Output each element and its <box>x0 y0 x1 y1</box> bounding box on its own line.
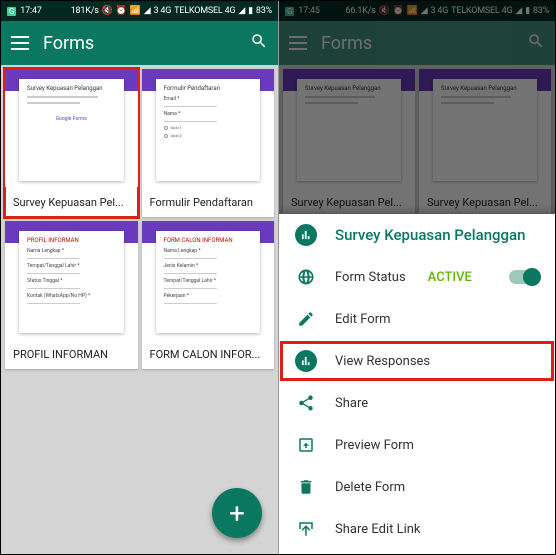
preview-label: Preview Form <box>335 438 414 453</box>
chart-icon <box>295 350 317 372</box>
thumb-title: PROFIL INFORMAN <box>27 237 116 244</box>
form-card[interactable]: FORM CALON INFORMAN Nama Lengkap * Jenis… <box>142 221 275 369</box>
battery-icon: ▮ <box>248 6 253 16</box>
share-icon <box>295 392 317 414</box>
sheet-title: Survey Kepuasan Pelanggan <box>335 226 526 244</box>
form-caption: FORM CALON INFOR... <box>142 339 275 369</box>
share-link-label: Share Edit Link <box>335 522 421 537</box>
preview-row[interactable]: Preview Form <box>279 424 555 466</box>
form-card[interactable]: Formulir Pendaftaran Email * Nama * Opsi… <box>142 69 275 217</box>
wifi-icon: 📶 <box>130 6 141 16</box>
status-value: ACTIVE <box>428 270 472 285</box>
screen-left: G 17:47 181K/s 🔇 ⏰ 📶 ◢ 3 4G TELKOMSEL 4G… <box>1 1 278 554</box>
status-speed: 181K/s <box>71 6 99 16</box>
share-row[interactable]: Share <box>279 382 555 424</box>
thumb-title: Formulir Pendaftaran <box>164 85 253 92</box>
share-label: Share <box>335 396 368 411</box>
view-responses-label: View Responses <box>335 354 430 369</box>
edit-form-row[interactable]: Edit Form <box>279 298 555 340</box>
thumb-title: Survey Kepuasan Pelanggan <box>27 85 116 92</box>
delete-label: Delete Form <box>335 480 405 495</box>
search-icon[interactable] <box>250 32 268 54</box>
view-responses-row[interactable]: View Responses <box>279 340 555 382</box>
delete-row[interactable]: Delete Form <box>279 466 555 508</box>
add-form-button[interactable]: + <box>212 488 262 538</box>
menu-icon[interactable] <box>11 36 29 50</box>
form-caption: Survey Kepuasan Pel... <box>5 187 138 217</box>
app-title: Forms <box>43 33 236 54</box>
alarm-icon: ⏰ <box>116 6 127 16</box>
pencil-icon <box>295 308 317 330</box>
form-card[interactable]: Survey Kepuasan PelangganGoogle Forms Su… <box>5 69 138 217</box>
volume-icon: 🔇 <box>102 6 113 16</box>
chart-icon <box>295 224 317 246</box>
signal-icon-2: ◢ <box>238 6 245 16</box>
status-bar: G 17:47 181K/s 🔇 ⏰ 📶 ◢ 3 4G TELKOMSEL 4G… <box>1 1 278 21</box>
form-caption: PROFIL INFORMAN <box>5 339 138 369</box>
signal-icon: ◢ <box>144 6 151 16</box>
app-bar: Forms <box>1 21 278 65</box>
form-caption: Formulir Pendaftaran <box>142 187 275 217</box>
status-time: 17:47 <box>20 6 41 16</box>
preview-icon <box>295 434 317 456</box>
bottom-sheet: Survey Kepuasan Pelanggan Form Status AC… <box>279 214 555 554</box>
export-icon <box>295 518 317 540</box>
status-toggle[interactable] <box>509 270 539 284</box>
trash-icon <box>295 476 317 498</box>
status-label: Form Status <box>335 270 406 285</box>
status-carrier: TELKOMSEL 4G <box>174 6 235 16</box>
forms-grid: Survey Kepuasan PelangganGoogle Forms Su… <box>1 65 278 554</box>
sheet-title-row: Survey Kepuasan Pelanggan <box>279 214 555 256</box>
thumb-title: FORM CALON INFORMAN <box>164 237 253 244</box>
globe-icon <box>295 266 317 288</box>
edit-label: Edit Form <box>335 312 391 327</box>
status-net: 3 4G <box>153 6 171 16</box>
status-battery: 83% <box>256 6 272 16</box>
share-link-row[interactable]: Share Edit Link <box>279 508 555 550</box>
form-card[interactable]: PROFIL INFORMAN Nama Lengkap * Tempat/Ta… <box>5 221 138 369</box>
screen-right: G 17:45 66.1K/s 🔇 ⏰ 📶 ◢ 3 4G TELKOMSEL 4… <box>278 1 555 554</box>
form-status-row[interactable]: Form Status ACTIVE <box>279 256 555 298</box>
